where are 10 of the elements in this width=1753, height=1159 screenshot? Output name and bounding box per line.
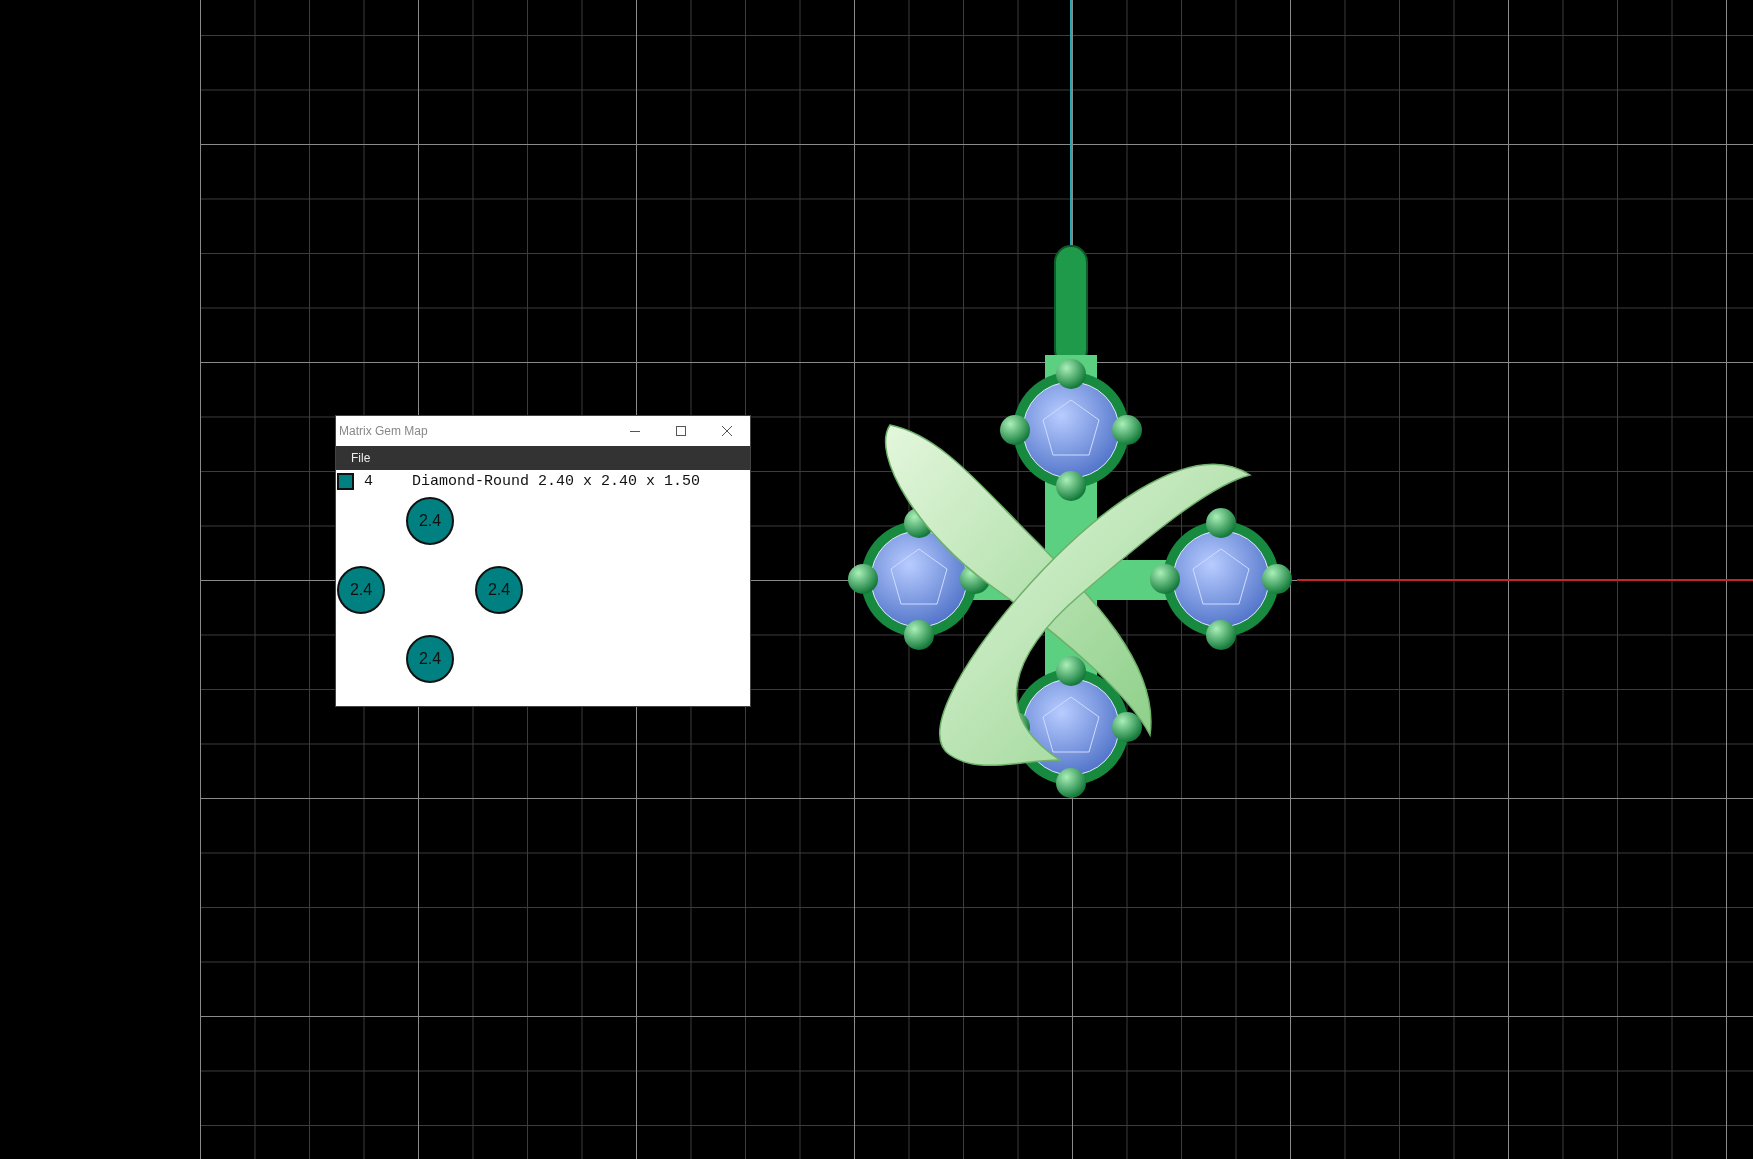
maximize-icon xyxy=(675,425,687,437)
gem-marker: 2.4 xyxy=(406,635,454,683)
menu-item[interactable]: File xyxy=(346,449,376,467)
gem-description: Diamond-Round 2.40 x 2.40 x 1.50 xyxy=(412,472,701,490)
gem-marker: 2.4 xyxy=(406,497,454,545)
gem-marker: 2.4 xyxy=(475,566,523,614)
window-title: Matrix Gem Map xyxy=(339,424,428,438)
close-icon xyxy=(721,425,733,437)
gem-count: 4 xyxy=(364,472,374,490)
gem-marker: 2.4 xyxy=(337,566,385,614)
